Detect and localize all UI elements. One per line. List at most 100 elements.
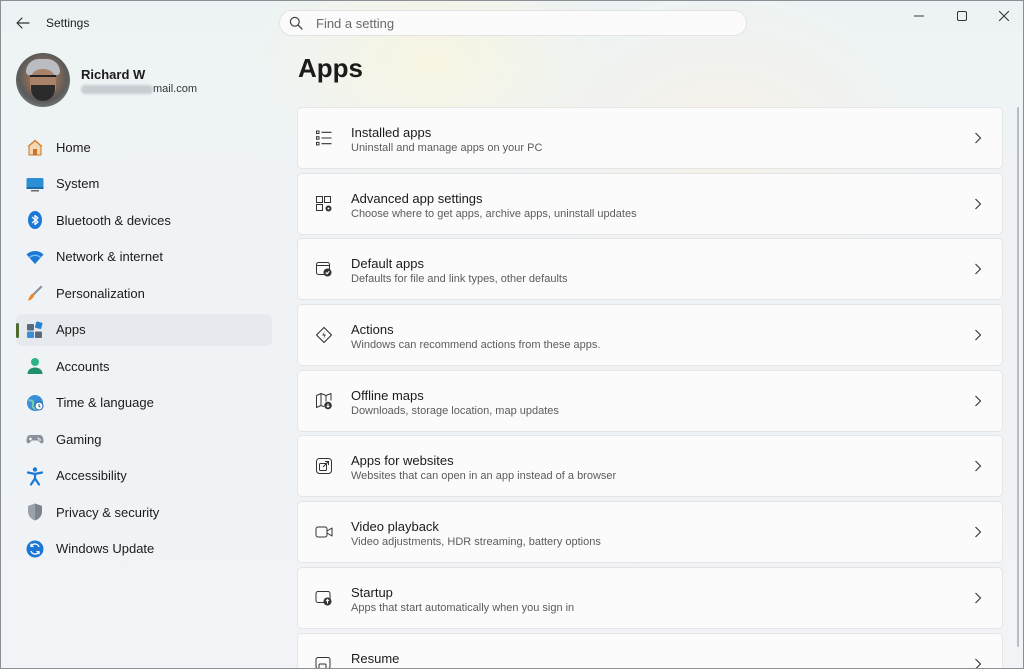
search-icon [289,15,305,31]
sidebar-item-label: Bluetooth & devices [56,212,171,228]
search-box[interactable] [279,10,747,36]
page-title: Apps [298,53,363,83]
card-subtitle: Choose where to get apps, archive apps, … [351,207,637,220]
sidebar-item-accessibility[interactable]: Accessibility [16,460,272,492]
map-icon [314,391,334,411]
chevron-right-icon [972,262,984,276]
sidebar-item-label: Home [56,139,91,155]
sidebar-item-label: Time & language [56,395,154,410]
card-title: Resume [351,650,400,666]
card-video-playback[interactable]: Video playback Video adjustments, HDR st… [297,501,1003,564]
card-title: Advanced app settings [351,190,483,206]
card-installed-apps[interactable]: Installed apps Uninstall and manage apps… [297,107,1003,169]
home-icon [25,137,45,157]
sidebar-item-bluetooth-devices[interactable]: Bluetooth & devices [16,204,272,236]
card-subtitle: Downloads, storage location, map updates [351,404,559,417]
user-email: mail.com [81,83,197,95]
system-icon [25,174,45,194]
card-subtitle: Defaults for file and link types, other … [351,273,568,286]
card-resume[interactable]: Resume [297,632,1003,668]
card-title: Default apps [351,256,424,272]
chevron-right-icon [972,131,984,145]
card-title: Video playback [351,519,439,535]
startup-icon [314,588,334,608]
card-subtitle: Video adjustments, HDR streaming, batter… [351,536,601,549]
card-title: Startup [351,584,393,600]
sidebar-item-time-language[interactable]: Time & language [16,387,272,419]
sidebar-item-accounts[interactable]: Accounts [16,350,272,382]
actions-icon [314,325,334,345]
card-subtitle: Windows can recommend actions from these… [351,339,601,352]
chevron-right-icon [972,657,984,668]
card-title: Apps for websites [351,453,454,469]
settings-window: Settings Richard W mail.com Home Syste [0,0,1024,669]
accessibility-icon [25,466,45,486]
card-startup[interactable]: Startup Apps that start automatically wh… [297,566,1003,629]
settings-card-list: Installed apps Uninstall and manage apps… [297,107,1003,668]
card-advanced-app-settings[interactable]: Advanced app settings Choose where to ge… [297,172,1003,235]
sidebar-item-system[interactable]: System [16,168,272,200]
bluetooth-icon [25,210,45,230]
sidebar-item-label: Windows Update [56,541,155,556]
video-icon [314,522,334,542]
time-language-icon [25,393,45,413]
card-default-apps[interactable]: Default apps Defaults for file and link … [297,238,1003,301]
back-arrow-icon [16,17,30,29]
scrollbar[interactable] [1017,107,1019,647]
open-external-icon [314,456,334,476]
chevron-right-icon [972,591,984,605]
sidebar-item-network-internet[interactable]: Network & internet [16,241,272,273]
accounts-icon [25,356,45,376]
avatar[interactable] [16,53,70,107]
sidebar-item-label: Gaming [56,431,102,447]
sidebar-item-label: Personalization [56,285,145,301]
sidebar-item-windows-update[interactable]: Windows Update [16,533,272,565]
close-button[interactable] [984,4,1023,28]
card-title: Installed apps [351,125,432,140]
app-title: Settings [46,16,90,30]
default-apps-icon [314,259,334,279]
card-subtitle: Websites that can open in an app instead… [351,470,617,483]
chevron-right-icon [972,525,984,539]
resume-icon [314,654,334,668]
sidebar-item-gaming[interactable]: Gaming [16,423,272,455]
sidebar-item-label: System [56,176,100,191]
minimize-button[interactable] [899,4,939,28]
card-apps-for-websites[interactable]: Apps for websites Websites that can open… [297,435,1003,498]
card-subtitle: Uninstall and manage apps on your PC [351,142,543,154]
sidebar-item-personalization[interactable]: Personalization [16,277,272,309]
card-offline-maps[interactable]: Offline maps Downloads, storage location… [297,369,1003,432]
chevron-right-icon [972,394,984,408]
email-redaction [81,84,153,94]
sidebar-item-label: Accounts [56,358,110,374]
card-title: Actions [351,322,394,338]
card-title: Offline maps [351,387,424,403]
sidebar-item-label: Privacy & security [56,504,160,520]
network-icon [25,247,45,267]
card-actions[interactable]: Actions Windows can recommend actions fr… [297,304,1003,367]
sidebar-item-label: Apps [56,322,86,337]
chevron-right-icon [972,197,984,211]
chevron-right-icon [972,459,984,473]
back-button[interactable] [11,11,35,35]
minimize-icon [914,15,924,17]
windows-update-icon [25,539,45,559]
sidebar-item-label: Network & internet [56,249,163,264]
close-icon [999,11,1009,21]
chevron-right-icon [972,328,984,342]
apps-icon [25,320,45,340]
card-subtitle: Apps that start automatically when you s… [351,601,575,614]
gaming-icon [25,429,45,449]
personalization-icon [25,283,45,303]
sidebar-item-label: Accessibility [56,468,127,483]
sidebar-item-privacy-security[interactable]: Privacy & security [16,496,272,528]
maximize-icon [957,11,967,21]
shield-icon [25,502,45,522]
list-icon [314,128,334,148]
sidebar-item-home[interactable]: Home [16,131,272,163]
sidebar-nav: Home System Bluetooth & devices Network … [16,131,272,569]
maximize-button[interactable] [942,4,982,28]
search-input[interactable] [314,14,718,32]
sidebar-item-apps[interactable]: Apps [16,313,272,346]
user-name: Richard W [81,67,146,82]
